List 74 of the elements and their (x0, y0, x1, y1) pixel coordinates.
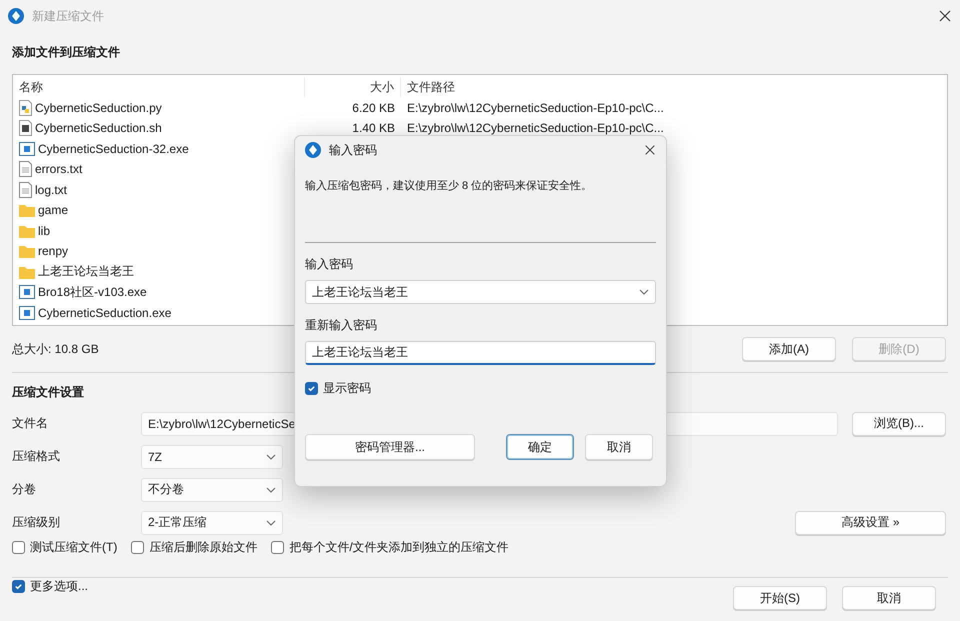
dropdown[interactable]: 2-正常压缩 (141, 510, 283, 534)
app-icon (305, 142, 321, 158)
file-name[interactable]: log.txt (13, 182, 305, 198)
chevron-down-icon (266, 454, 276, 460)
field-label: 压缩级别 (12, 514, 61, 531)
application-icon (19, 142, 35, 156)
file-name[interactable]: CyberneticSeduction.exe (13, 306, 305, 320)
dropdown[interactable]: 不分卷 (141, 478, 283, 502)
file-name[interactable]: 上老王论坛当老王 (13, 263, 305, 280)
file-name[interactable]: errors.txt (13, 161, 305, 178)
file-size: 6.20 KB (351, 100, 396, 115)
field-label: 分卷 (12, 481, 37, 498)
cancel-button[interactable]: 取消 (585, 434, 653, 460)
script-file-icon (19, 120, 32, 136)
checkbox-label: 把每个文件/文件夹添加到独立的压缩文件 (289, 539, 509, 556)
close-icon[interactable] (644, 144, 656, 156)
password-manager-button[interactable]: 密码管理器... (305, 434, 475, 460)
field-label: 输入密码 (305, 256, 353, 273)
checkbox[interactable] (271, 541, 284, 554)
column-header[interactable]: 名称 (13, 77, 305, 98)
file-name[interactable]: renpy (13, 244, 305, 258)
window-title: 新建压缩文件 (32, 8, 105, 24)
advanced-settings-button[interactable]: 高级设置 » (795, 510, 946, 534)
folder-icon (19, 203, 35, 218)
cancel-button[interactable]: 取消 (842, 586, 936, 610)
file-size: 1.40 KB (351, 121, 396, 136)
check-icon (307, 384, 316, 393)
dropdown[interactable]: 7Z (141, 444, 283, 468)
file-name[interactable]: CyberneticSeduction.py (13, 100, 305, 116)
checkbox[interactable] (12, 580, 25, 593)
checkbox-label: 更多选项... (30, 578, 88, 595)
checkbox-label: 测试压缩文件(T) (30, 539, 118, 556)
python-file-icon (19, 100, 32, 116)
checkbox[interactable] (12, 541, 25, 554)
application-icon (19, 306, 35, 320)
column-header[interactable]: 大小 (305, 77, 401, 98)
start-button[interactable]: 开始(S) (733, 586, 827, 610)
file-name[interactable]: CyberneticSeduction-32.exe (13, 142, 305, 156)
chevron-down-icon (266, 486, 276, 492)
chevron-down-icon (639, 289, 649, 295)
application-icon (19, 285, 35, 300)
dialog-description: 输入压缩包密码，建议使用至少 8 位的密码来保证安全性。 (305, 178, 592, 194)
file-name[interactable]: Bro18社区-v103.exe (13, 284, 305, 301)
field-label: 重新输入密码 (305, 317, 377, 334)
folder-icon (19, 224, 35, 238)
check-icon (14, 582, 23, 591)
ok-button[interactable]: 确定 (506, 434, 574, 460)
folder-icon (19, 264, 35, 279)
field-label: 文件名 (12, 415, 49, 432)
checkbox-label: 显示密码 (323, 380, 371, 397)
dialog-title: 输入密码 (329, 142, 378, 158)
app-icon (8, 8, 24, 24)
section-heading: 压缩文件设置 (12, 384, 84, 401)
folder-icon (19, 244, 35, 258)
close-icon[interactable] (938, 9, 952, 23)
text-file-icon (19, 182, 32, 198)
column-header[interactable]: 文件路径 (401, 77, 947, 98)
password-field[interactable]: 上老王论坛当老王 (305, 280, 656, 304)
file-path: E:\zybro\lw\12CyberneticSeduction-Ep10-pc\C... (406, 100, 665, 115)
file-name[interactable]: game (13, 203, 305, 218)
field-label: 压缩格式 (12, 448, 61, 465)
browse-button[interactable]: 浏览(B)... (852, 412, 946, 436)
checkbox-label: 压缩后删除原始文件 (149, 539, 258, 556)
section-heading: 添加文件到压缩文件 (12, 44, 120, 61)
total-size: 总大小: 10.8 GB (12, 340, 99, 358)
add-button[interactable]: 添加(A) (742, 337, 836, 361)
checkbox[interactable] (131, 541, 144, 554)
file-path: E:\zybro\lw\12CyberneticSeduction-Ep10-pc\C... (406, 121, 665, 136)
file-name[interactable]: lib (13, 224, 305, 238)
checkbox[interactable] (305, 382, 318, 395)
confirm-password-field[interactable]: 上老王论坛当老王 (305, 341, 656, 365)
text-file-icon (19, 161, 32, 178)
file-name[interactable]: CyberneticSeduction.sh (13, 120, 305, 136)
chevron-down-icon (266, 520, 276, 526)
